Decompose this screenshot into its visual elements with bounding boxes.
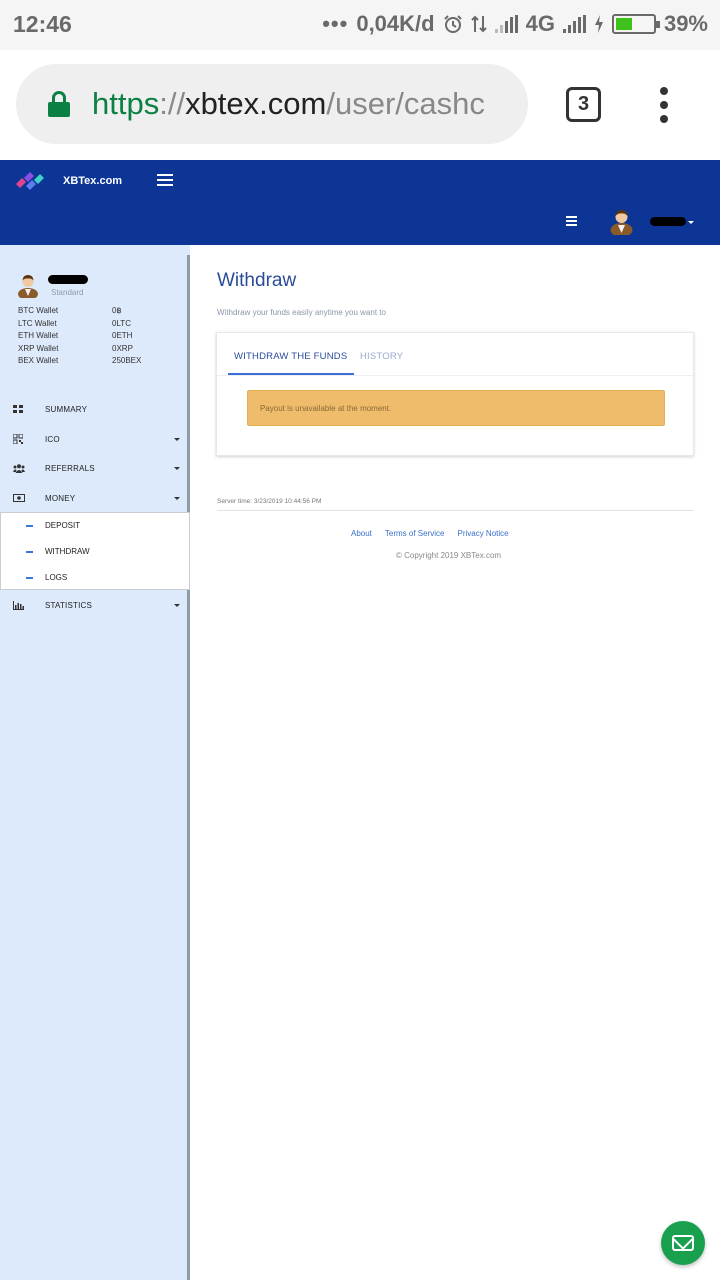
status-right: ••• 0,04K/d 4G 39% — [322, 11, 708, 37]
wallet-row: XRP Wallet 0XRP — [18, 344, 148, 357]
chevron-down-icon — [174, 467, 180, 470]
status-time: 12:46 — [13, 11, 72, 37]
menu-toggle-icon[interactable] — [157, 174, 173, 186]
bar-chart-icon — [13, 601, 24, 610]
withdraw-card: WITHDRAW THE FUNDS HISTORY Payout is una… — [216, 332, 694, 456]
submenu-item-deposit[interactable]: DEPOSIT — [1, 513, 189, 539]
wallet-row: ETH Wallet 0ETH — [18, 331, 148, 344]
wallet-balance: 0XRP — [112, 343, 133, 353]
alarm-icon — [443, 15, 462, 33]
page-subtitle: Withdraw your funds easily anytime you w… — [217, 308, 386, 317]
dash-icon — [26, 525, 33, 527]
submenu-item-label: LOGS — [45, 573, 68, 582]
sidebar-item-statistics[interactable]: STATISTICS — [0, 593, 190, 617]
tab-history[interactable]: HISTORY — [360, 351, 403, 362]
xbtex-logo-icon[interactable] — [14, 170, 46, 192]
users-icon — [13, 464, 25, 473]
submenu-item-withdraw[interactable]: WITHDRAW — [1, 539, 189, 565]
dashboard-grid-icon — [13, 405, 23, 413]
wallet-label: LTC Wallet — [18, 318, 57, 328]
sidebar-item-referrals[interactable]: REFERRALS — [0, 456, 190, 480]
money-submenu: DEPOSIT WITHDRAW LOGS — [0, 512, 190, 590]
address-bar[interactable]: https://xbtex.com/user/cashc — [16, 64, 528, 144]
signal-icon — [494, 15, 518, 33]
submenu-item-label: DEPOSIT — [45, 521, 81, 530]
tab-withdraw-the-funds[interactable]: WITHDRAW THE FUNDS — [234, 351, 347, 362]
chevron-down-icon[interactable] — [688, 221, 694, 224]
user-tier: Standard — [51, 288, 84, 297]
footer-link-privacy[interactable]: Privacy Notice — [457, 529, 508, 538]
sidebar-item-label: REFERRALS — [45, 464, 95, 473]
wallet-balance: 250BEX — [112, 356, 142, 365]
battery-percent: 39% — [663, 11, 708, 36]
screen: 12:46 ••• 0,04K/d 4G 39% https://xbtex.c… — [0, 0, 720, 1280]
url-scheme: https — [92, 86, 160, 121]
server-time: Server time: 3/23/2019 10:44:56 PM — [217, 498, 322, 505]
url-host: xbtex.com — [185, 86, 327, 121]
data-transfer-icon — [470, 15, 487, 33]
wallet-row: BTC Wallet 0฿ — [18, 306, 148, 319]
wallet-balance: 0LTC — [112, 318, 131, 328]
submenu-item-label: WITHDRAW — [45, 547, 90, 556]
wallet-balance: 0ETH — [112, 331, 133, 340]
network-type: 4G — [525, 11, 555, 36]
chevron-down-icon — [174, 438, 180, 441]
sidebar-item-label: STATISTICS — [45, 601, 93, 610]
sidebar-item-ico[interactable]: ICO — [0, 427, 190, 451]
browser-menu-icon[interactable] — [658, 87, 670, 123]
status-bar: 12:46 ••• 0,04K/d 4G 39% — [0, 0, 720, 50]
submenu-item-logs[interactable]: LOGS — [1, 565, 189, 591]
wallet-balance: 0฿ — [112, 306, 122, 315]
wallet-label: BTC Wallet — [18, 306, 59, 315]
wallet-row: BEX Wallet 250BEX — [18, 356, 148, 369]
redacted-username — [48, 275, 88, 284]
lock-icon — [48, 91, 70, 117]
active-tab-indicator — [228, 373, 354, 375]
wallet-list: BTC Wallet 0฿ LTC Wallet 0LTC ETH Wallet 0E… — [18, 306, 148, 369]
battery-icon — [611, 14, 660, 34]
settings-sliders-icon[interactable] — [566, 216, 577, 226]
redacted-username[interactable] — [650, 217, 686, 226]
sidebar-item-label: ICO — [45, 435, 60, 444]
chevron-down-icon — [174, 604, 180, 607]
brand-name[interactable]: XBTex.com — [63, 175, 122, 187]
user-avatar-icon[interactable] — [609, 207, 634, 235]
notification-dots: ••• — [322, 11, 349, 36]
wallet-label: BEX Wallet — [18, 356, 59, 365]
sidebar-item-summary[interactable]: SUMMARY — [0, 397, 190, 421]
tab-switcher-button[interactable]: 3 — [566, 87, 601, 122]
site-header: XBTex.com — [0, 160, 720, 245]
footer-links: About Terms of Service Privacy Notice — [351, 529, 509, 538]
network-speed: 0,04K/d — [356, 11, 435, 36]
footer-link-about[interactable]: About — [351, 529, 372, 538]
contact-mail-button[interactable] — [661, 1221, 705, 1265]
user-avatar-icon — [18, 275, 38, 298]
sidebar-item-label: MONEY — [45, 494, 76, 503]
copyright: © Copyright 2019 XBTex.com — [396, 551, 502, 560]
dash-icon — [26, 577, 33, 579]
charging-icon — [594, 15, 603, 33]
sidebar-item-label: SUMMARY — [45, 405, 88, 414]
sidebar-item-money[interactable]: MONEY — [0, 486, 190, 510]
tab-bar: WITHDRAW THE FUNDS HISTORY — [217, 333, 693, 376]
payout-alert: Payout is unavailable at the moment. — [247, 390, 665, 426]
wallet-label: ETH Wallet — [18, 331, 59, 340]
url-path: /user/cashc — [326, 86, 485, 121]
wallet-label: XRP Wallet — [18, 343, 59, 353]
signal-icon-2 — [562, 15, 586, 33]
alert-message: Payout is unavailable at the moment. — [260, 404, 392, 413]
dash-icon — [26, 551, 33, 553]
url-separator: :// — [159, 86, 186, 121]
page-title: Withdraw — [217, 270, 297, 291]
url-text[interactable]: https://xbtex.com/user/cashc — [92, 86, 485, 122]
chevron-down-icon — [174, 497, 180, 500]
mail-icon — [672, 1235, 694, 1251]
browser-toolbar: https://xbtex.com/user/cashc 3 — [0, 50, 720, 160]
footer-link-terms[interactable]: Terms of Service — [385, 529, 445, 538]
footer-divider — [217, 510, 694, 511]
wallet-row: LTC Wallet 0LTC — [18, 319, 148, 332]
money-bill-icon — [13, 494, 25, 502]
qr-code-icon — [13, 434, 23, 444]
